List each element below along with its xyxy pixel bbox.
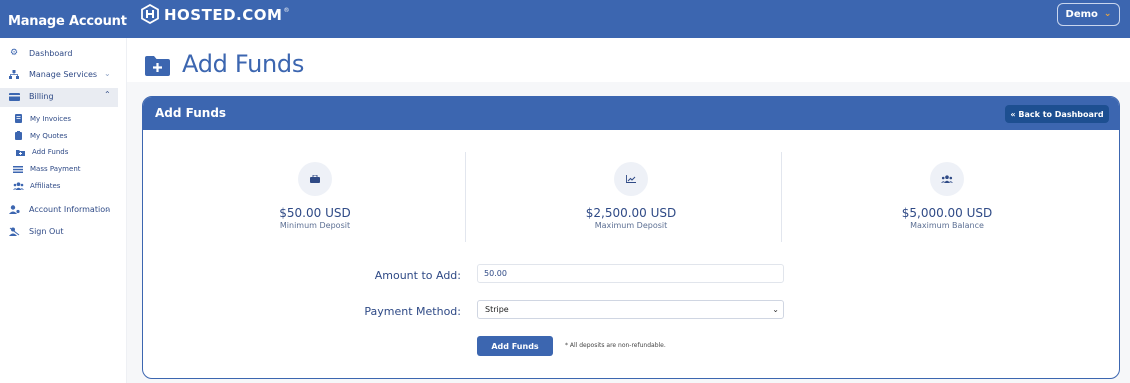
back-to-dashboard-button[interactable]: « Back to Dashboard — [1005, 105, 1109, 123]
folder-plus-icon — [145, 56, 170, 76]
refund-note: * All deposits are non-refundable. — [565, 342, 666, 349]
chevron-down-icon: ⌄ — [104, 69, 111, 78]
manage-account-title: Manage Account — [8, 14, 127, 29]
sidebar-item-label: Account Information — [29, 205, 111, 214]
briefcase-icon — [298, 162, 332, 196]
stat-label: Maximum Deposit — [594, 221, 668, 230]
sidebar-subitem-mass-payment[interactable]: Mass Payment — [12, 165, 81, 173]
stat-divider — [781, 152, 782, 242]
sidebar: ⚙ Dashboard Manage Services ⌄ Billing ⌃ … — [0, 38, 127, 383]
stat-value: $5,000.00 USD — [901, 206, 993, 220]
stat-label: Minimum Deposit — [279, 221, 351, 230]
sidebar-subitem-label: My Quotes — [30, 131, 68, 140]
add-funds-button[interactable]: Add Funds — [477, 336, 553, 356]
sidebar-item-sign-out[interactable]: Sign Out — [6, 227, 64, 236]
top-bar: Manage Account HOSTED.COM ® Demo ⌄ — [0, 0, 1130, 38]
payment-method-label: Payment Method: — [364, 305, 461, 318]
add-funds-card: Add Funds « Back to Dashboard $50.00 USD… — [142, 96, 1120, 379]
stat-maximum-deposit: $2,500.00 USD Maximum Deposit — [476, 152, 786, 242]
page-header: Add Funds — [127, 38, 1130, 82]
chevron-up-icon: ⌃ — [104, 90, 111, 99]
card-icon — [6, 92, 22, 101]
page-title: Add Funds — [182, 50, 305, 78]
card-title: Add Funds — [155, 106, 227, 120]
list-icon — [12, 165, 24, 173]
hosted-logo-icon — [141, 4, 159, 24]
payment-method-value: Stripe — [485, 305, 509, 314]
card-header: Add Funds « Back to Dashboard — [143, 97, 1119, 130]
users-icon — [12, 182, 24, 190]
payment-method-select[interactable]: Stripe ⌄ — [477, 300, 784, 319]
stat-label: Maximum Balance — [910, 221, 984, 230]
brand-registered-mark: ® — [283, 6, 290, 14]
chevron-down-icon: ⌄ — [1103, 9, 1112, 19]
stat-divider — [465, 152, 466, 242]
user-menu-button[interactable]: Demo ⌄ — [1057, 3, 1120, 26]
brand-logo[interactable]: HOSTED.COM ® — [141, 4, 289, 24]
folder-plus-icon — [14, 149, 26, 156]
sidebar-item-label: Dashboard — [29, 48, 73, 58]
sidebar-item-label: Sign Out — [29, 227, 64, 236]
sidebar-item-manage-services[interactable]: Manage Services ⌄ — [6, 69, 118, 79]
sidebar-subitem-affiliates[interactable]: Affiliates — [12, 182, 60, 190]
sidebar-subitem-label: My Invoices — [30, 114, 72, 123]
sidebar-subitem-label: Mass Payment — [30, 165, 81, 173]
stat-maximum-balance: $5,000.00 USD Maximum Balance — [792, 152, 1102, 242]
user-gear-icon — [6, 205, 22, 214]
sidebar-item-billing[interactable]: Billing ⌃ — [6, 90, 118, 101]
stat-value: $2,500.00 USD — [585, 206, 677, 220]
sidebar-item-label: Billing — [29, 92, 54, 101]
stat-minimum-deposit: $50.00 USD Minimum Deposit — [160, 152, 470, 242]
chevron-down-icon: ⌄ — [772, 305, 779, 314]
sidebar-subitem-label: Affiliates — [30, 182, 61, 190]
users-icon — [930, 162, 964, 196]
sidebar-item-label: Manage Services — [29, 70, 98, 79]
sitemap-icon — [6, 70, 22, 79]
stat-value: $50.00 USD — [279, 206, 351, 220]
main-content: Add Funds Add Funds « Back to Dashboard … — [127, 38, 1130, 383]
sidebar-subitem-my-quotes[interactable]: My Quotes — [12, 131, 67, 140]
brand-name: HOSTED.COM — [164, 5, 283, 24]
chevron-down-icon: ⌄ — [104, 204, 111, 213]
amount-label: Amount to Add: — [374, 269, 461, 282]
sidebar-subitem-label: Add Funds — [32, 148, 69, 156]
user-menu-label: Demo — [1065, 9, 1098, 20]
chart-icon — [614, 162, 648, 196]
sidebar-subitem-my-invoices[interactable]: My Invoices — [12, 114, 71, 123]
sign-out-icon — [6, 227, 22, 236]
gears-icon: ⚙ — [9, 48, 19, 58]
invoice-icon — [12, 114, 24, 123]
sidebar-item-dashboard[interactable]: ⚙ Dashboard — [6, 48, 72, 58]
sidebar-subitem-add-funds[interactable]: Add Funds — [14, 148, 68, 156]
clipboard-icon — [12, 131, 24, 140]
amount-input[interactable]: 50.00 — [477, 264, 784, 283]
sidebar-item-account-information[interactable]: Account Information ⌄ — [6, 204, 118, 214]
